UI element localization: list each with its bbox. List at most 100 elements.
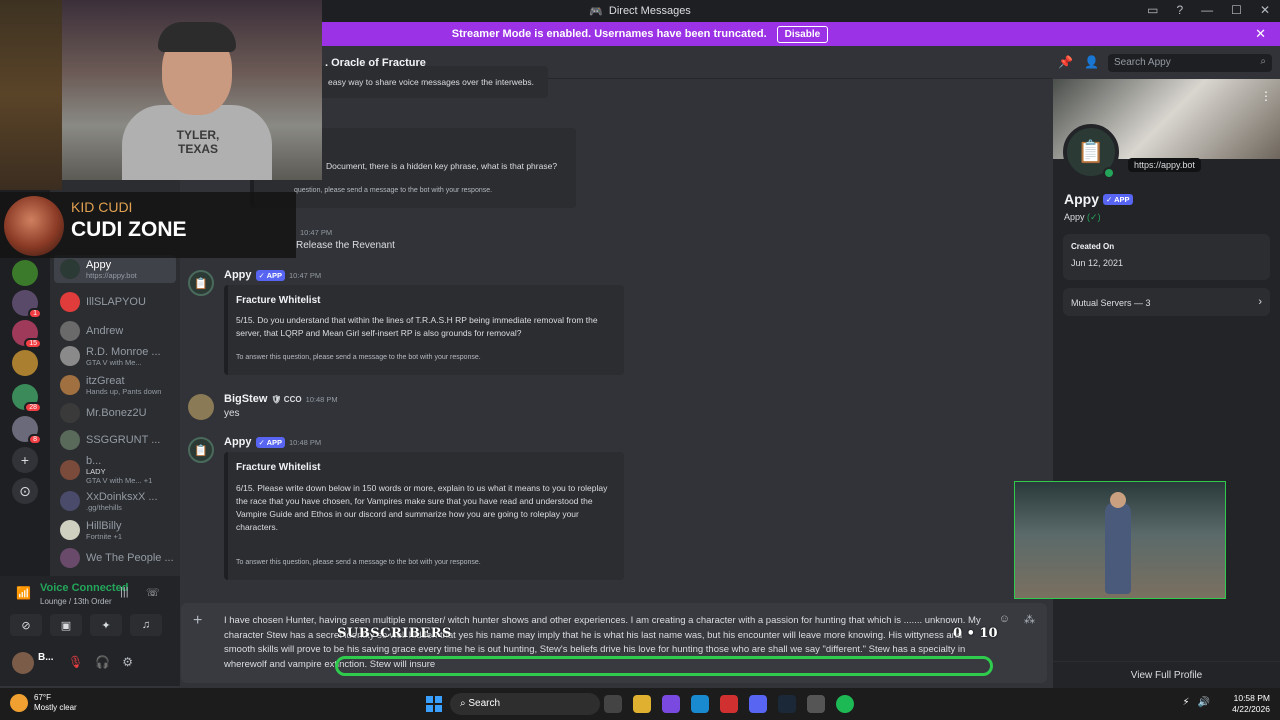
- discord-taskbar-icon[interactable]: [749, 695, 767, 713]
- now-playing-overlay: KID CUDI CUDI ZONE: [0, 192, 296, 258]
- help-icon[interactable]: ?: [1176, 3, 1183, 17]
- start-button[interactable]: [426, 696, 442, 712]
- server-icon[interactable]: [12, 350, 38, 376]
- dm-item[interactable]: SSGGRUNT ...: [54, 426, 176, 454]
- task-view-icon[interactable]: [604, 695, 622, 713]
- weather-widget[interactable]: 67°F Mostly clear: [10, 693, 77, 713]
- voice-panel: 📶 Voice Connected Lounge / 13th Order ||…: [0, 576, 180, 640]
- volume-icon[interactable]: 🔊: [1198, 697, 1210, 708]
- dm-item[interactable]: Andrew: [54, 317, 176, 345]
- avatar: [60, 430, 80, 450]
- app-badge: ✓ APP: [255, 269, 286, 281]
- chevron-right-icon: ›: [1258, 296, 1262, 308]
- more-icon[interactable]: ⋮: [1260, 89, 1272, 103]
- window-title: 🎮 Direct Messages: [589, 5, 691, 18]
- server-icon[interactable]: 28: [12, 384, 42, 413]
- embed: Fracture Whitelist 6/15. Please write do…: [224, 452, 624, 580]
- dm-item[interactable]: Mr.Bonez2U: [54, 399, 176, 427]
- add-attachment-icon[interactable]: +: [193, 612, 202, 630]
- avatar: [60, 520, 80, 540]
- dm-status: Fortnite +1: [86, 531, 123, 541]
- camera-off-button[interactable]: ⊘: [10, 614, 42, 636]
- view-full-profile-button[interactable]: View Full Profile: [1053, 661, 1280, 689]
- profile-icon[interactable]: 👤: [1084, 55, 1099, 69]
- avatar: [60, 403, 80, 423]
- discord-icon: 🎮: [589, 5, 603, 18]
- screen-share-button[interactable]: ▣: [50, 614, 82, 636]
- dm-name: XxDoinksxX ...: [86, 490, 158, 503]
- avatar: [60, 460, 80, 480]
- server-icon[interactable]: 1: [12, 290, 42, 319]
- dm-item[interactable]: b... LADY GTA V with Me... +1: [54, 455, 176, 485]
- album-art: [4, 196, 64, 256]
- shirt-text: TYLER, TEXAS: [176, 128, 220, 156]
- spotify-icon[interactable]: [836, 695, 854, 713]
- message-author: Appy ✓ APP 10:47 PM: [224, 269, 322, 281]
- file-explorer-icon[interactable]: [633, 695, 651, 713]
- minimize-button[interactable]: —: [1201, 3, 1213, 17]
- mutual-servers-button[interactable]: Mutual Servers — 3 ›: [1063, 288, 1270, 316]
- headphones-icon[interactable]: 🎧: [95, 655, 110, 669]
- voice-status: Voice Connected: [40, 582, 129, 594]
- server-icon[interactable]: [12, 260, 38, 286]
- close-icon[interactable]: ✕: [1255, 26, 1266, 42]
- maximize-button[interactable]: ☐: [1231, 3, 1242, 17]
- avatar[interactable]: [12, 652, 34, 674]
- profile-url[interactable]: https://appy.bot: [1128, 158, 1201, 172]
- dm-status: Hands up, Pants down: [86, 386, 162, 396]
- discover-icon[interactable]: ⊙: [12, 478, 38, 504]
- close-window-button[interactable]: ✕: [1260, 3, 1270, 17]
- dm-name: We The People ...: [86, 552, 174, 564]
- inbox-icon[interactable]: ▭: [1147, 3, 1158, 17]
- settings-icon[interactable]: ⚙: [122, 655, 133, 669]
- dm-item[interactable]: R.D. Monroe ... GTA V with Me...: [54, 342, 176, 370]
- server-icon[interactable]: 8: [12, 416, 42, 445]
- activities-button[interactable]: ✦: [90, 614, 122, 636]
- dm-name: Mr.Bonez2U: [86, 407, 147, 419]
- username[interactable]: B...: [38, 652, 54, 663]
- disable-button[interactable]: Disable: [776, 25, 829, 43]
- dm-name: HillBilly: [86, 519, 122, 532]
- search-input[interactable]: Search Appy ⌕: [1108, 54, 1272, 72]
- disconnect-icon[interactable]: ☏: [146, 586, 160, 599]
- noise-icon[interactable]: |||: [120, 586, 129, 598]
- avatar: [60, 321, 80, 341]
- dm-item[interactable]: We The People ...: [54, 544, 176, 572]
- copilot-icon[interactable]: [662, 695, 680, 713]
- app-icon[interactable]: [720, 695, 738, 713]
- steam-icon[interactable]: [778, 695, 796, 713]
- apps-icon[interactable]: ⁂: [1024, 613, 1035, 626]
- pin-icon[interactable]: 📌: [1058, 55, 1073, 69]
- emoji-icon[interactable]: ☺: [999, 613, 1010, 626]
- dm-item[interactable]: HillBilly Fortnite +1: [54, 516, 176, 544]
- user-panel: B... 🎙 🎧 ⚙: [0, 640, 180, 686]
- soundboard-button[interactable]: ♫: [130, 614, 162, 636]
- dm-item[interactable]: XxDoinksxX ... .gg/thehills: [54, 487, 176, 515]
- dm-item[interactable]: Appy https://appy.bot: [54, 255, 176, 283]
- server-icon[interactable]: 15: [12, 320, 42, 349]
- avatar: [60, 346, 80, 366]
- dm-name: R.D. Monroe ...: [86, 345, 161, 358]
- subscribers-count: 0 • 10: [953, 626, 998, 641]
- bigstew-avatar[interactable]: [188, 394, 214, 420]
- network-icon[interactable]: ⚡: [1183, 697, 1190, 708]
- clock[interactable]: 10:58 PM 4/22/2026: [1232, 693, 1270, 715]
- banner-text: Streamer Mode is enabled. Usernames have…: [451, 28, 767, 40]
- avatar: [60, 548, 80, 568]
- add-server-icon[interactable]: +: [12, 447, 38, 473]
- message-text: yes: [224, 408, 240, 419]
- system-tray: ⚡ 🔊: [1183, 697, 1210, 708]
- voice-channel[interactable]: Lounge / 13th Order: [40, 597, 112, 606]
- dm-item[interactable]: itzGreat Hands up, Pants down: [54, 371, 176, 399]
- app-icon[interactable]: [807, 695, 825, 713]
- edge-icon[interactable]: [691, 695, 709, 713]
- mute-icon[interactable]: 🎙: [68, 655, 83, 669]
- dm-item[interactable]: IllSLAPYOU: [54, 288, 176, 316]
- dm-status: GTA V with Me...: [86, 357, 142, 367]
- app-badge: ✓ APP: [255, 436, 286, 448]
- avatar: [60, 375, 80, 395]
- taskbar-search[interactable]: ⌕ Search: [450, 693, 600, 715]
- avatar: [60, 259, 80, 279]
- appy-avatar[interactable]: 📋: [188, 437, 214, 463]
- appy-avatar[interactable]: 📋: [188, 270, 214, 296]
